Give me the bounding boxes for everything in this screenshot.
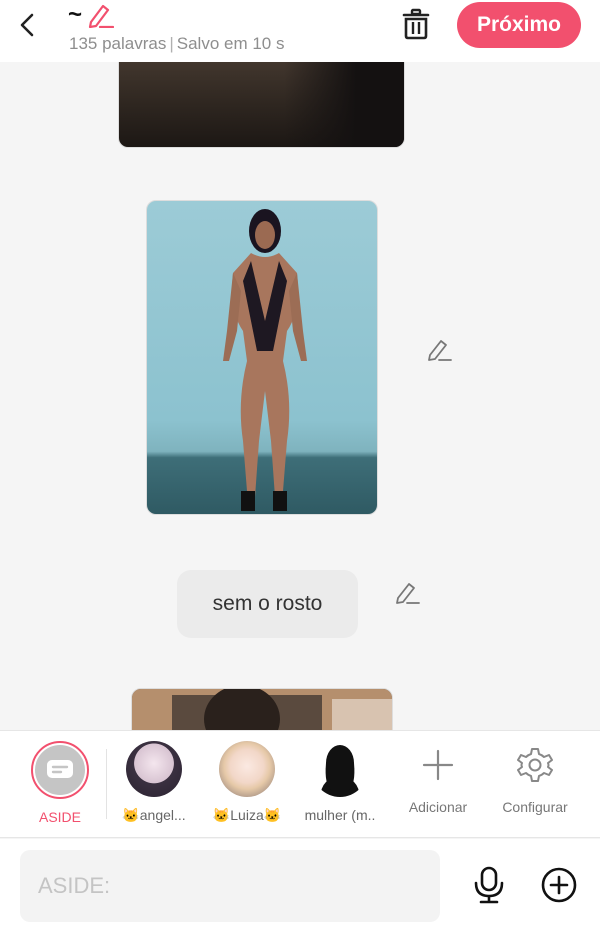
delete-button[interactable]: [400, 6, 432, 42]
message-input[interactable]: [20, 850, 440, 922]
attach-button[interactable]: [539, 865, 579, 905]
divider: [106, 749, 107, 819]
back-arrow-icon: [20, 13, 34, 37]
status-separator: |: [169, 34, 174, 53]
gear-icon: [515, 745, 555, 785]
microphone-icon: [474, 866, 504, 904]
story-status: 135 palavras | Salvo em 10 s: [69, 34, 285, 54]
avatar: [219, 741, 275, 797]
character-label: mulher (m..: [304, 807, 376, 823]
aside-avatar-inner: [35, 745, 85, 795]
figure-silhouette: [223, 209, 307, 511]
edit-title-button[interactable]: [86, 2, 116, 28]
image-shading: [284, 62, 404, 147]
plus-icon: [418, 745, 458, 785]
character-selector: ASIDE 🐱angel... 🐱Luiza🐱 mulher (m.. Adic…: [0, 730, 600, 838]
edit-image-button[interactable]: [425, 335, 453, 363]
character-angel[interactable]: 🐱angel...: [108, 741, 200, 824]
character-label: 🐱Luiza🐱: [212, 807, 282, 823]
character-mulher[interactable]: mulher (m..: [294, 741, 386, 823]
text-message-bubble[interactable]: sem o rosto: [177, 570, 358, 638]
aside-avatar: [31, 741, 89, 799]
next-button[interactable]: Próximo: [457, 2, 581, 48]
word-count: 135 palavras: [69, 34, 167, 53]
configure-button[interactable]: Configurar: [485, 745, 585, 815]
character-aside[interactable]: ASIDE: [14, 741, 106, 825]
pencil-icon: [88, 4, 115, 28]
image-detail: [132, 689, 392, 730]
character-luiza[interactable]: 🐱Luiza🐱: [201, 741, 293, 824]
add-character-button[interactable]: Adicionar: [388, 745, 488, 815]
character-label: 🐱angel...: [122, 807, 186, 823]
plus-circle-icon: [541, 867, 577, 903]
avatar: [312, 741, 368, 797]
character-label: ASIDE: [38, 809, 81, 825]
story-image-1[interactable]: [118, 62, 405, 148]
trash-icon: [402, 8, 430, 40]
edit-text-button[interactable]: [393, 578, 421, 606]
avatar: [126, 741, 182, 797]
story-title-row: ~: [68, 2, 116, 28]
pencil-icon: [396, 583, 420, 604]
chat-bubble-icon: [47, 760, 73, 778]
story-image-3[interactable]: [131, 688, 393, 730]
voice-button[interactable]: [470, 863, 508, 907]
save-status: Salvo em 10 s: [176, 34, 285, 53]
top-bar: ~ 135 palavras | Salvo em 10 s Próximo: [0, 0, 600, 62]
add-label: Adicionar: [408, 799, 468, 815]
configure-label: Configurar: [502, 799, 568, 815]
silhouette-icon: [320, 745, 360, 797]
pencil-icon: [428, 340, 452, 361]
story-content[interactable]: sem o rosto: [0, 62, 600, 730]
composer: [0, 839, 600, 928]
back-button[interactable]: [12, 8, 42, 42]
story-title[interactable]: ~: [68, 3, 82, 27]
story-image-2[interactable]: [146, 200, 378, 515]
